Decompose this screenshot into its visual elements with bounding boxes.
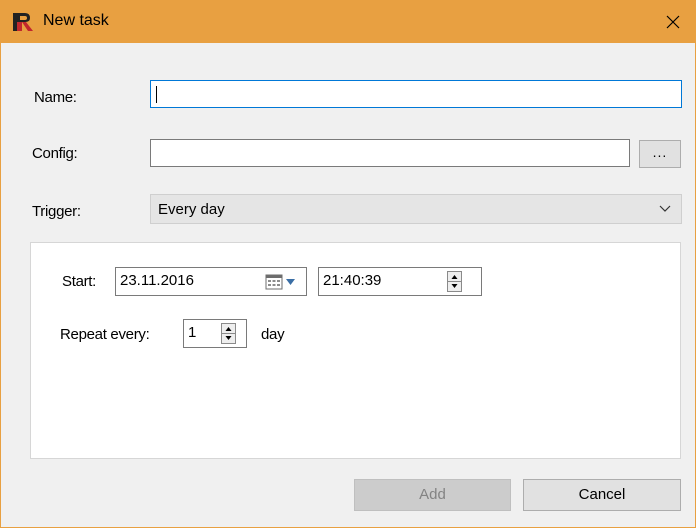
config-label: Config:	[32, 145, 78, 162]
repeat-spinner-buttons[interactable]	[221, 323, 236, 344]
close-icon	[666, 15, 680, 29]
spinner-arrows-icon	[222, 327, 235, 340]
start-time-value: 21:40:39	[323, 272, 382, 289]
start-time-input[interactable]: 21:40:39	[318, 267, 482, 296]
start-date-value: 23.11.2016	[120, 272, 194, 289]
name-input[interactable]	[150, 80, 682, 108]
trigger-label: Trigger:	[32, 203, 81, 220]
repeat-every-label: Repeat every:	[60, 326, 150, 343]
app-logo-icon	[13, 13, 33, 31]
text-caret	[156, 86, 157, 103]
start-date-picker[interactable]: 23.11.2016	[115, 267, 307, 296]
repeat-unit-label: day	[261, 326, 285, 343]
chevron-down-icon	[659, 205, 671, 212]
start-label: Start:	[62, 273, 97, 290]
dialog-title: New task	[43, 12, 109, 29]
browse-config-button[interactable]: ...	[639, 140, 681, 168]
cancel-button[interactable]: Cancel	[523, 479, 681, 511]
trigger-dropdown[interactable]: Every day	[150, 194, 682, 224]
repeat-count-input[interactable]: 1	[183, 319, 247, 348]
calendar-dropdown-icon[interactable]	[265, 274, 301, 290]
name-label: Name:	[34, 89, 77, 106]
spinner-arrows-icon	[448, 275, 461, 288]
config-input[interactable]	[150, 139, 630, 167]
add-button[interactable]: Add	[354, 479, 511, 511]
time-spinner-buttons[interactable]	[447, 271, 462, 292]
trigger-selected-value: Every day	[158, 201, 225, 218]
repeat-count-value: 1	[188, 324, 197, 341]
new-task-dialog: New task Name: Config: ... Trigger: Ever…	[0, 0, 696, 528]
title-bar: New task	[1, 1, 695, 43]
close-button[interactable]	[651, 1, 695, 43]
